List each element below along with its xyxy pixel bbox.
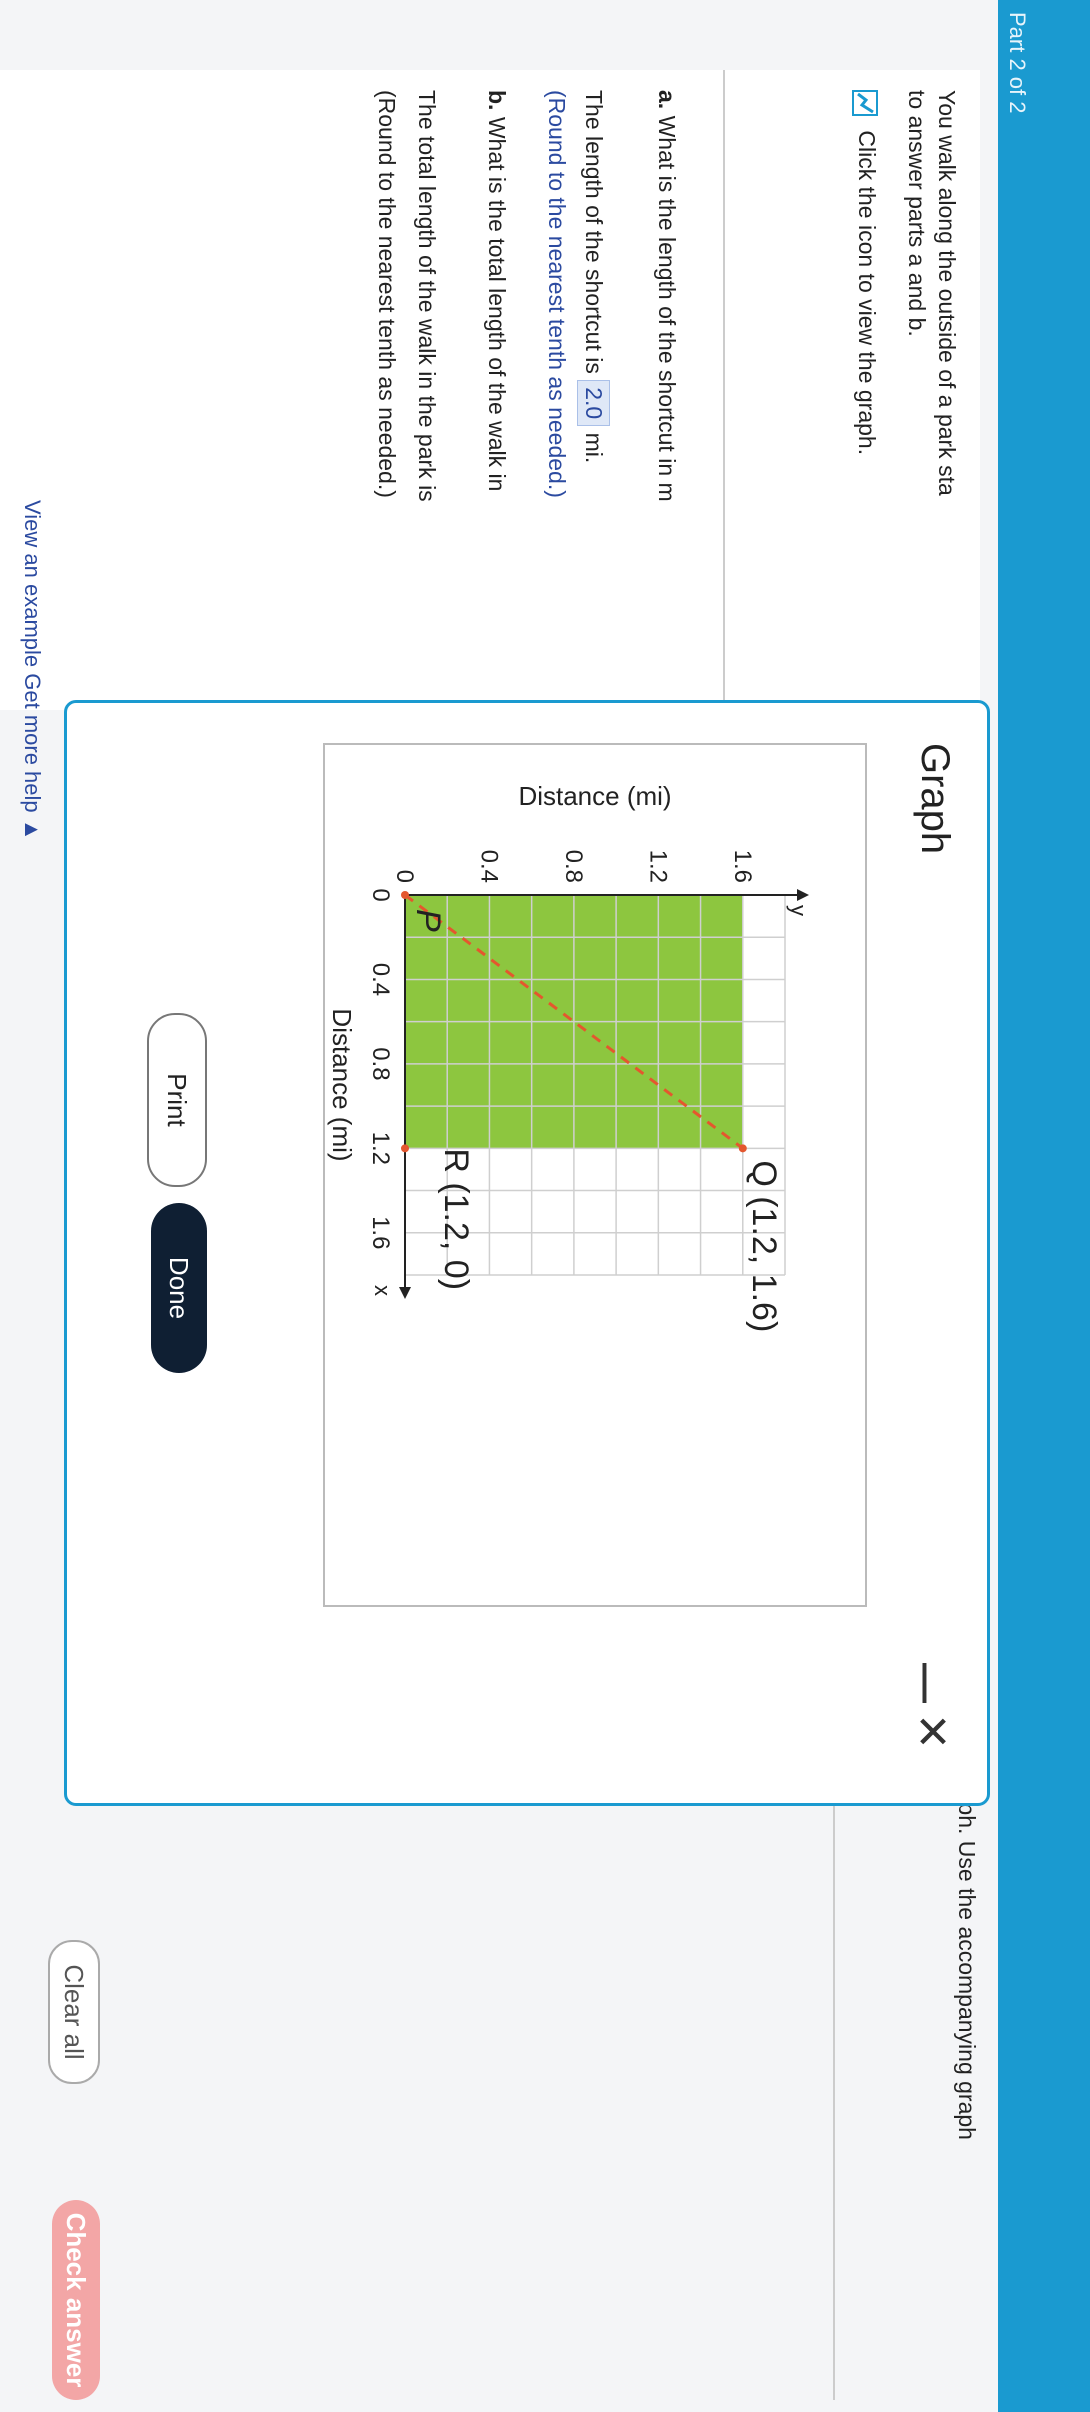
y-tick-label: 0.8 — [560, 850, 587, 883]
screen: Part 2 of 2 You walk along the outside o… — [0, 0, 1090, 2412]
y-tick-label: 0.4 — [475, 850, 502, 883]
help-links[interactable]: View an example Get more help ▲ — [19, 500, 45, 841]
y-tick-label: 1.6 — [729, 850, 756, 883]
point-q — [738, 1144, 747, 1153]
point-p — [401, 891, 409, 899]
y-axis-title: Distance (mi) — [518, 781, 671, 811]
done-button[interactable]: Done — [151, 1203, 207, 1373]
page-header: Part 2 of 2 — [998, 0, 1090, 2412]
section-divider — [723, 70, 725, 710]
part-indicator: Part 2 of 2 — [1005, 12, 1030, 114]
question-intro-line2: to answer parts a and b. — [904, 90, 930, 337]
question-panel: You walk along the outside of a park sta… — [0, 70, 980, 710]
part-a-answer-row: The length of the shortcut is 2.0 mi. — [577, 90, 610, 463]
y-tick-label: 0 — [391, 870, 418, 883]
right-question-text: e graph. Use the accompanying graph — [954, 1750, 980, 2140]
graph-icon[interactable] — [852, 90, 879, 116]
y-axis-arrow — [797, 889, 809, 901]
x-tick-label: 1.2 — [367, 1132, 394, 1165]
part-a-label: a. — [654, 90, 680, 110]
part-b-answer-prefix: The total length of the walk in the park… — [414, 90, 440, 502]
x-axis-arrow — [399, 1287, 411, 1299]
part-a-answer-unit: mi. — [581, 432, 607, 464]
graph-link-row[interactable]: Click the icon to view the graph. — [852, 90, 880, 455]
print-button[interactable]: Print — [147, 1013, 207, 1187]
part-a-question: a. What is the length of the shortcut in… — [653, 90, 680, 502]
part-b-text: What is the total length of the walk in — [484, 116, 510, 492]
graph-link-text[interactable]: Click the icon to view the graph. — [854, 130, 880, 455]
dialog-title: Graph — [913, 743, 957, 855]
x-tick-label: 1.6 — [367, 1216, 394, 1249]
check-answer-button[interactable]: Check answer — [52, 2200, 100, 2400]
graph-dialog: Graph — ✕ x y 0 0.4 0.8 1.2 1.6 0 0.4 0.8 1.2 1.6 Di… — [64, 700, 990, 1806]
part-b-round-note: (Round to the nearest tenth as needed.) — [374, 90, 400, 498]
part-b-label: b. — [484, 90, 510, 111]
close-icon[interactable]: ✕ — [906, 1713, 957, 1750]
point-label-r: R (1.2, 0) — [437, 1148, 475, 1290]
part-a-text: What is the length of the shortcut in m — [654, 115, 680, 502]
x-tick-label: 0 — [367, 888, 394, 901]
graph-container: x y 0 0.4 0.8 1.2 1.6 0 0.4 0.8 1.2 1.6 Distance (mi… — [323, 743, 867, 1607]
clear-all-button[interactable]: Clear all — [48, 1940, 100, 2084]
question-intro-line1: You walk along the outside of a park sta — [934, 90, 960, 496]
x-axis-letter: x — [370, 1285, 395, 1296]
x-tick-label: 0.4 — [367, 963, 394, 996]
y-tick-label: 1.2 — [644, 850, 671, 883]
point-r — [401, 1144, 409, 1153]
part-a-answer-prefix: The length of the shortcut is — [581, 90, 607, 374]
graph-chart: x y 0 0.4 0.8 1.2 1.6 0 0.4 0.8 1.2 1.6 Distance (mi… — [327, 781, 811, 1332]
part-a-round-note: (Round to the nearest tenth as needed.) — [544, 90, 570, 498]
point-label-p: P — [409, 909, 447, 932]
part-a-answer-box[interactable]: 2.0 — [577, 380, 610, 427]
part-b-question: b. What is the total length of the walk … — [483, 90, 510, 491]
y-axis-letter: y — [786, 905, 811, 916]
x-axis-title: Distance (mi) — [327, 1008, 357, 1161]
x-tick-label: 0.8 — [367, 1047, 394, 1080]
point-label-q: Q (1.2, 1.6) — [745, 1160, 783, 1332]
minimize-button[interactable]: — — [904, 1663, 949, 1703]
